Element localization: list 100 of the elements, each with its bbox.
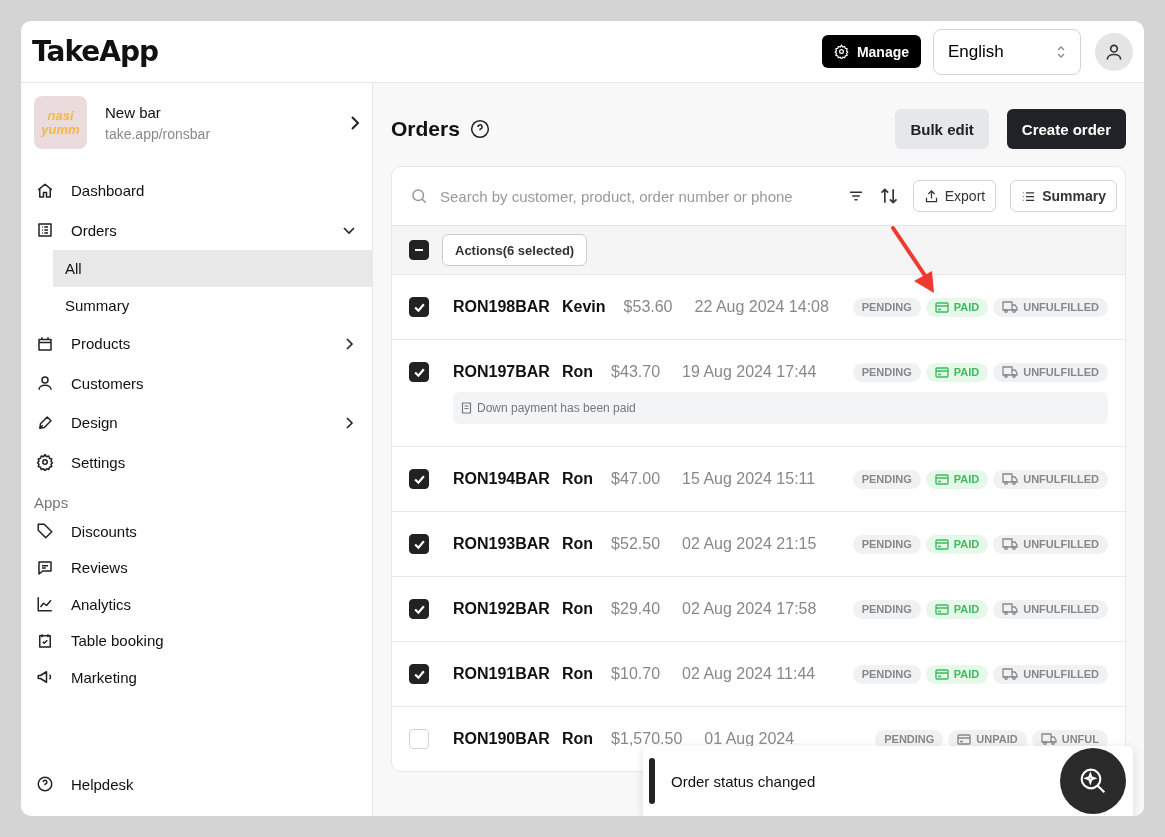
truck-icon [1002,301,1019,313]
chevron-right-icon [350,114,360,131]
chat-icon [36,558,54,577]
sidebar-item[interactable]: Analytics [21,586,372,623]
select-all-checkbox[interactable] [409,240,429,260]
customer-name: Ron [562,665,594,683]
order-number: RON194BAR [453,470,551,488]
customer-name: Ron [562,600,594,618]
order-row[interactable]: RON191BAR Ron $10.70 02 Aug 2024 11:44 PENDING PAID UNFULFILLED [392,641,1125,706]
truck-icon [1040,733,1057,745]
summary-button[interactable]: Summary [1010,180,1117,212]
status-badge: PENDING [852,599,921,619]
card-icon [934,301,949,313]
order-number: RON197BAR [453,363,551,381]
store-switcher[interactable]: nasi yumm New bar take.app/ronsbar [21,83,372,161]
payment-badge: PAID [925,534,989,554]
line-chart-icon [36,595,54,614]
person-icon [36,374,54,393]
fulfillment-badge: UNFULFILLED [993,534,1108,554]
customer-name: Ron [562,535,594,553]
status-badge: PENDING [852,362,921,382]
order-number: RON190BAR [453,730,551,748]
status-badge: PENDING [852,469,921,489]
create-order-button[interactable]: Create order [1006,109,1126,149]
fulfillment-badge: UNFULFILLED [993,664,1108,684]
card-icon [934,366,949,378]
search-field[interactable]: Search by customer, product, order number or phone [410,186,833,206]
sidebar-item[interactable]: Orders [21,210,372,250]
sidebar-item[interactable]: Settings [21,442,372,482]
apps-heading: Apps [33,493,70,513]
store-url: take.app/ronsbar [105,125,212,142]
sidebar-subitem[interactable]: Summary [53,287,372,324]
order-total: $47.00 [611,470,661,488]
user-avatar-button[interactable] [1095,32,1133,71]
page-title: Orders [391,117,460,141]
order-date: 02 Aug 2024 21:15 [682,535,817,553]
order-number: RON198BAR [453,298,551,316]
order-total: $53.60 [623,298,673,316]
row-checkbox[interactable] [409,664,429,684]
sidebar-item[interactable]: Products [21,324,372,364]
help-icon[interactable] [469,119,490,139]
row-checkbox[interactable] [409,469,429,489]
tag-icon [36,522,54,541]
sidebar-item[interactable]: Discounts [21,513,372,550]
sort-icon[interactable] [878,186,899,206]
payment-badge: PAID [925,664,989,684]
order-total: $52.50 [611,535,661,553]
card-icon [957,733,972,745]
truck-icon [1002,366,1019,378]
fulfillment-badge: UNFULFILLED [993,362,1108,382]
card-icon [934,668,949,680]
row-checkbox[interactable] [409,362,429,382]
list-icon [36,221,54,240]
export-button[interactable]: Export [912,180,997,212]
manage-button[interactable]: Manage [821,35,921,68]
order-row[interactable]: RON194BAR Ron $47.00 15 Aug 2024 15:11 PENDING PAID UNFULFILLED [392,446,1125,511]
sidebar-item[interactable]: Reviews [21,549,372,586]
card-icon [934,603,949,615]
pen-icon [36,413,54,432]
actions-button[interactable]: Actions(6 selected) [442,234,588,266]
order-date: 02 Aug 2024 11:44 [682,665,816,683]
customer-name: Ron [562,730,594,748]
help-icon [36,775,54,794]
status-badge: PENDING [852,664,921,684]
row-checkbox[interactable] [409,599,429,619]
upload-icon [923,188,939,204]
truck-icon [1002,603,1019,615]
helpdesk-link[interactable]: Helpdesk [21,764,372,804]
order-row[interactable]: RON193BAR Ron $52.50 02 Aug 2024 21:15 PENDING PAID UNFULFILLED [392,511,1125,576]
sidebar-item[interactable]: Design [21,403,372,443]
order-date: 22 Aug 2024 14:08 [694,298,829,316]
order-row[interactable]: RON198BAR Kevin $53.60 22 Aug 2024 14:08 PENDING PAID UNFULFILLED [392,274,1125,339]
fulfillment-badge: UNFULFILLED [993,599,1108,619]
sidebar-item[interactable]: Dashboard [21,171,372,211]
status-badge: PENDING [852,297,921,317]
toast-message: Order status changed [671,772,816,790]
order-total: $43.70 [611,363,661,381]
order-row[interactable]: RON192BAR Ron $29.40 02 Aug 2024 17:58 PENDING PAID UNFULFILLED [392,576,1125,641]
box-icon [36,334,54,353]
sidebar-item[interactable]: Marketing [21,659,372,696]
bulk-edit-button[interactable]: Bulk edit [895,109,989,149]
truck-icon [1002,668,1019,680]
sidebar-subitem[interactable]: All [53,250,372,287]
customer-name: Kevin [562,298,606,316]
note-text: Down payment has been paid [477,401,636,415]
row-checkbox[interactable] [409,534,429,554]
fulfillment-badge: UNFULFILLED [993,297,1108,317]
row-checkbox[interactable] [409,297,429,317]
calendar-icon [36,631,54,650]
truck-icon [1002,538,1019,550]
order-number: RON193BAR [453,535,551,553]
payment-badge: PAID [925,362,989,382]
order-number: RON192BAR [453,600,551,618]
payment-badge: PAID [925,297,989,317]
sidebar-item[interactable]: Customers [21,363,372,403]
home-icon [36,181,54,200]
app-logo[interactable]: TakeApp [32,35,158,68]
sidebar-item[interactable]: Table booking [21,622,372,659]
language-select[interactable]: English [933,28,1081,75]
order-row[interactable]: RON197BAR Ron $43.70 19 Aug 2024 17:44 PENDING PAID UNFULFILLED Down payment has been paid [392,339,1125,446]
